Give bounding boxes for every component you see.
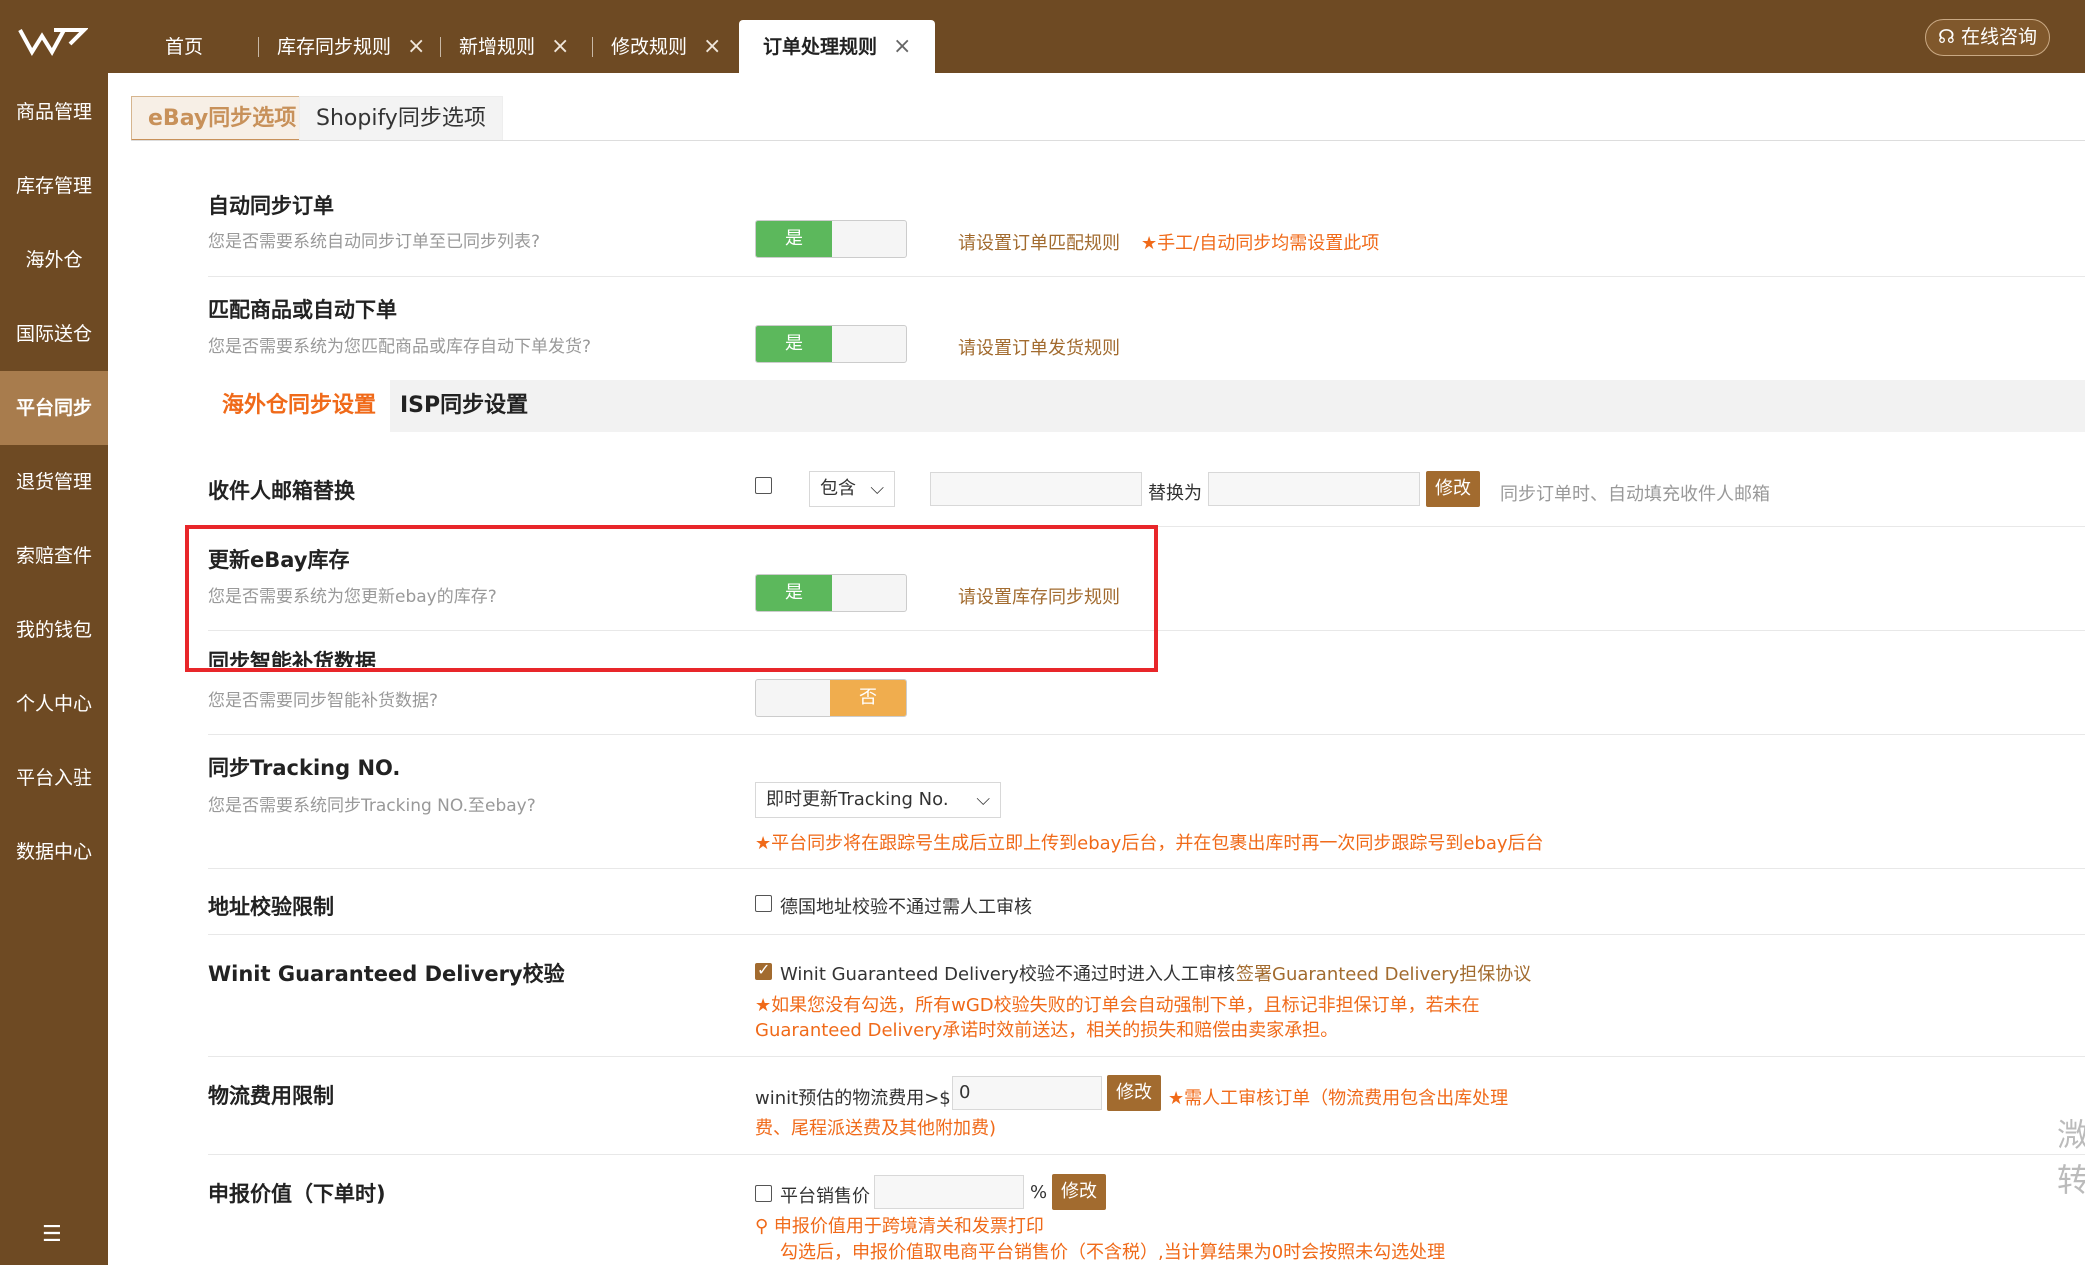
match-desc: 您是否需要系统为您匹配商品或库存自动下单发货? xyxy=(208,337,592,357)
sidebar: 商品管理 库存管理 海外仓 国际送仓 平台同步 退货管理 索赔查件 我的钱包 个… xyxy=(0,73,108,1265)
email-replace-note: 同步订单时、自动填充收件人邮箱 xyxy=(1500,484,1770,505)
wgd-agreement-link[interactable]: 签署Guaranteed Delivery担保协议 xyxy=(1236,960,1531,986)
logistics-fee-input[interactable]: 0 xyxy=(952,1076,1102,1110)
wgd-note-line2: Guaranteed Delivery承诺时效前送达，相关的损失和赔偿由卖家承担… xyxy=(755,1020,1339,1041)
email-replace-input[interactable] xyxy=(1208,472,1420,506)
wgd-note-line1: ★如果您没有勾选，所有wGD校验失败的订单会自动强制下单，且标记非担保订单，若未… xyxy=(755,995,1480,1016)
lightbulb-icon: ⚲ xyxy=(755,1216,769,1237)
tracking-note: ★平台同步将在跟踪号生成后立即上传到ebay后台，并在包裹出库时再一次同步跟踪号… xyxy=(755,833,1544,854)
divider xyxy=(208,1056,2085,1057)
logistics-note-line1: ★需人工审核订单（物流费用包含出库处理 xyxy=(1168,1088,1509,1109)
email-match-input[interactable] xyxy=(930,472,1142,506)
top-bar: 首页 库存同步规则 × 新增规则 × 修改规则 × 订单处理规则 × ☊ 在线咨询 xyxy=(0,0,2085,73)
tab-order-rules[interactable]: 订单处理规则 × xyxy=(739,20,936,73)
percent-label: % xyxy=(1030,1182,1048,1203)
divider xyxy=(208,1154,2085,1155)
logistics-label: winit预估的物流费用>$ xyxy=(755,1088,951,1109)
logistics-modify-button[interactable]: 修改 xyxy=(1107,1075,1161,1111)
replenish-toggle[interactable]: 否 xyxy=(755,679,907,717)
tab-overseas-sync[interactable]: 海外仓同步设置 xyxy=(208,380,391,432)
email-replace-checkbox[interactable] xyxy=(755,477,772,494)
star-icon: ★ xyxy=(1141,233,1158,254)
wgd-title: Winit Guaranteed Delivery校验 xyxy=(208,962,565,986)
wgd-checkbox-label: Winit Guaranteed Delivery校验不通过时进入人工审核 xyxy=(780,964,1235,985)
divider xyxy=(208,934,2085,935)
declared-modify-button[interactable]: 修改 xyxy=(1052,1174,1106,1210)
star-icon: ★ xyxy=(1168,1088,1185,1109)
tab-home[interactable]: 首页 xyxy=(165,20,203,73)
menu-collapse-icon[interactable]: ☰ xyxy=(42,1222,62,1247)
contains-select[interactable]: 包含 ⌵ xyxy=(809,471,895,507)
sidebar-item-platform-sync[interactable]: 平台同步 xyxy=(0,371,108,445)
sidebar-item-products[interactable]: 商品管理 xyxy=(0,75,108,149)
tab-stock-sync-rules[interactable]: 库存同步规则 × xyxy=(258,34,425,59)
sidebar-item-inventory[interactable]: 库存管理 xyxy=(0,149,108,223)
divider xyxy=(208,276,2085,277)
email-replace-title: 收件人邮箱替换 xyxy=(208,479,355,503)
tracking-desc: 您是否需要系统同步Tracking NO.至ebay? xyxy=(208,796,536,816)
auto-sync-title: 自动同步订单 xyxy=(208,194,334,218)
tracking-mode-select[interactable]: 即时更新Tracking No. ⌵ xyxy=(755,782,1001,818)
sidebar-item-returns[interactable]: 退货管理 xyxy=(0,445,108,519)
platform-price-checkbox[interactable] xyxy=(755,1185,772,1202)
sidebar-item-onboarding[interactable]: 平台入驻 xyxy=(0,741,108,815)
headset-icon: ☊ xyxy=(1938,26,1955,48)
close-icon[interactable]: × xyxy=(893,34,911,59)
chevron-down-icon: ⌵ xyxy=(870,478,884,499)
auto-sync-desc: 您是否需要系统自动同步订单至已同步列表? xyxy=(208,232,541,252)
sidebar-item-claims[interactable]: 索赔查件 xyxy=(0,519,108,593)
declared-value-title: 申报价值（下单时) xyxy=(208,1182,386,1206)
address-check-label: 德国地址校验不通过需人工审核 xyxy=(780,897,1032,918)
auto-sync-note: ★手工/自动同步均需设置此项 xyxy=(1141,233,1380,254)
tab-ebay-sync[interactable]: eBay同步选项 xyxy=(131,96,314,141)
tab-add-rule[interactable]: 新增规则 × xyxy=(440,34,569,59)
divider xyxy=(208,868,2085,869)
address-title: 地址校验限制 xyxy=(208,895,334,919)
order-shipping-rule-link[interactable]: 请设置订单发货规则 xyxy=(958,334,1120,360)
match-title: 匹配商品或自动下单 xyxy=(208,298,397,322)
winit-logo[interactable] xyxy=(18,26,88,56)
floating-tool-text[interactable]: 溦 xyxy=(2057,1110,2085,1156)
tab-edit-rule[interactable]: 修改规则 × xyxy=(592,34,721,59)
order-match-rule-link[interactable]: 请设置订单匹配规则 xyxy=(958,229,1120,255)
sidebar-item-wallet[interactable]: 我的钱包 xyxy=(0,593,108,667)
sidebar-item-data-center[interactable]: 数据中心 xyxy=(0,815,108,889)
replenish-desc: 您是否需要同步智能补货数据? xyxy=(208,691,439,711)
auto-sync-toggle[interactable]: 是 xyxy=(755,220,907,258)
divider xyxy=(208,734,2085,735)
declared-note-line2: 勾选后，申报价值取电商平台销售价（不含税）,当计算结果为0时会按照未勾选处理 xyxy=(780,1242,1446,1263)
logistics-note-line2: 费、尾程派送费及其他附加费) xyxy=(755,1118,997,1139)
email-modify-button[interactable]: 修改 xyxy=(1426,471,1480,507)
sidebar-item-profile[interactable]: 个人中心 xyxy=(0,667,108,741)
star-icon: ★ xyxy=(755,995,772,1016)
wgd-checkbox[interactable] xyxy=(755,960,772,980)
declared-percent-input[interactable] xyxy=(874,1175,1024,1209)
tab-isp-sync[interactable]: ISP同步设置 xyxy=(400,380,528,432)
match-toggle[interactable]: 是 xyxy=(755,325,907,363)
tracking-title: 同步Tracking NO. xyxy=(208,756,401,780)
replace-with-label: 替换为 xyxy=(1148,483,1202,504)
highlight-box xyxy=(185,525,1158,672)
divider xyxy=(131,140,2085,141)
star-icon: ★ xyxy=(755,833,772,854)
address-check-checkbox[interactable] xyxy=(755,895,772,912)
sidebar-item-overseas[interactable]: 海外仓 xyxy=(0,223,108,297)
close-icon[interactable]: × xyxy=(407,34,425,59)
logistics-title: 物流费用限制 xyxy=(208,1084,334,1108)
platform-price-label: 平台销售价 xyxy=(780,1186,870,1207)
close-icon[interactable]: × xyxy=(551,34,569,59)
tab-shopify-sync[interactable]: Shopify同步选项 xyxy=(299,96,503,141)
floating-tool-text[interactable]: 转 xyxy=(2057,1155,2085,1201)
chevron-down-icon: ⌵ xyxy=(976,789,990,810)
declared-note-line1: ⚲ 申报价值用于跨境清关和发票打印 xyxy=(755,1216,1044,1237)
close-icon[interactable]: × xyxy=(703,34,721,59)
online-consult-button[interactable]: ☊ 在线咨询 xyxy=(1925,19,2050,56)
sidebar-item-intl-warehouse[interactable]: 国际送仓 xyxy=(0,297,108,371)
